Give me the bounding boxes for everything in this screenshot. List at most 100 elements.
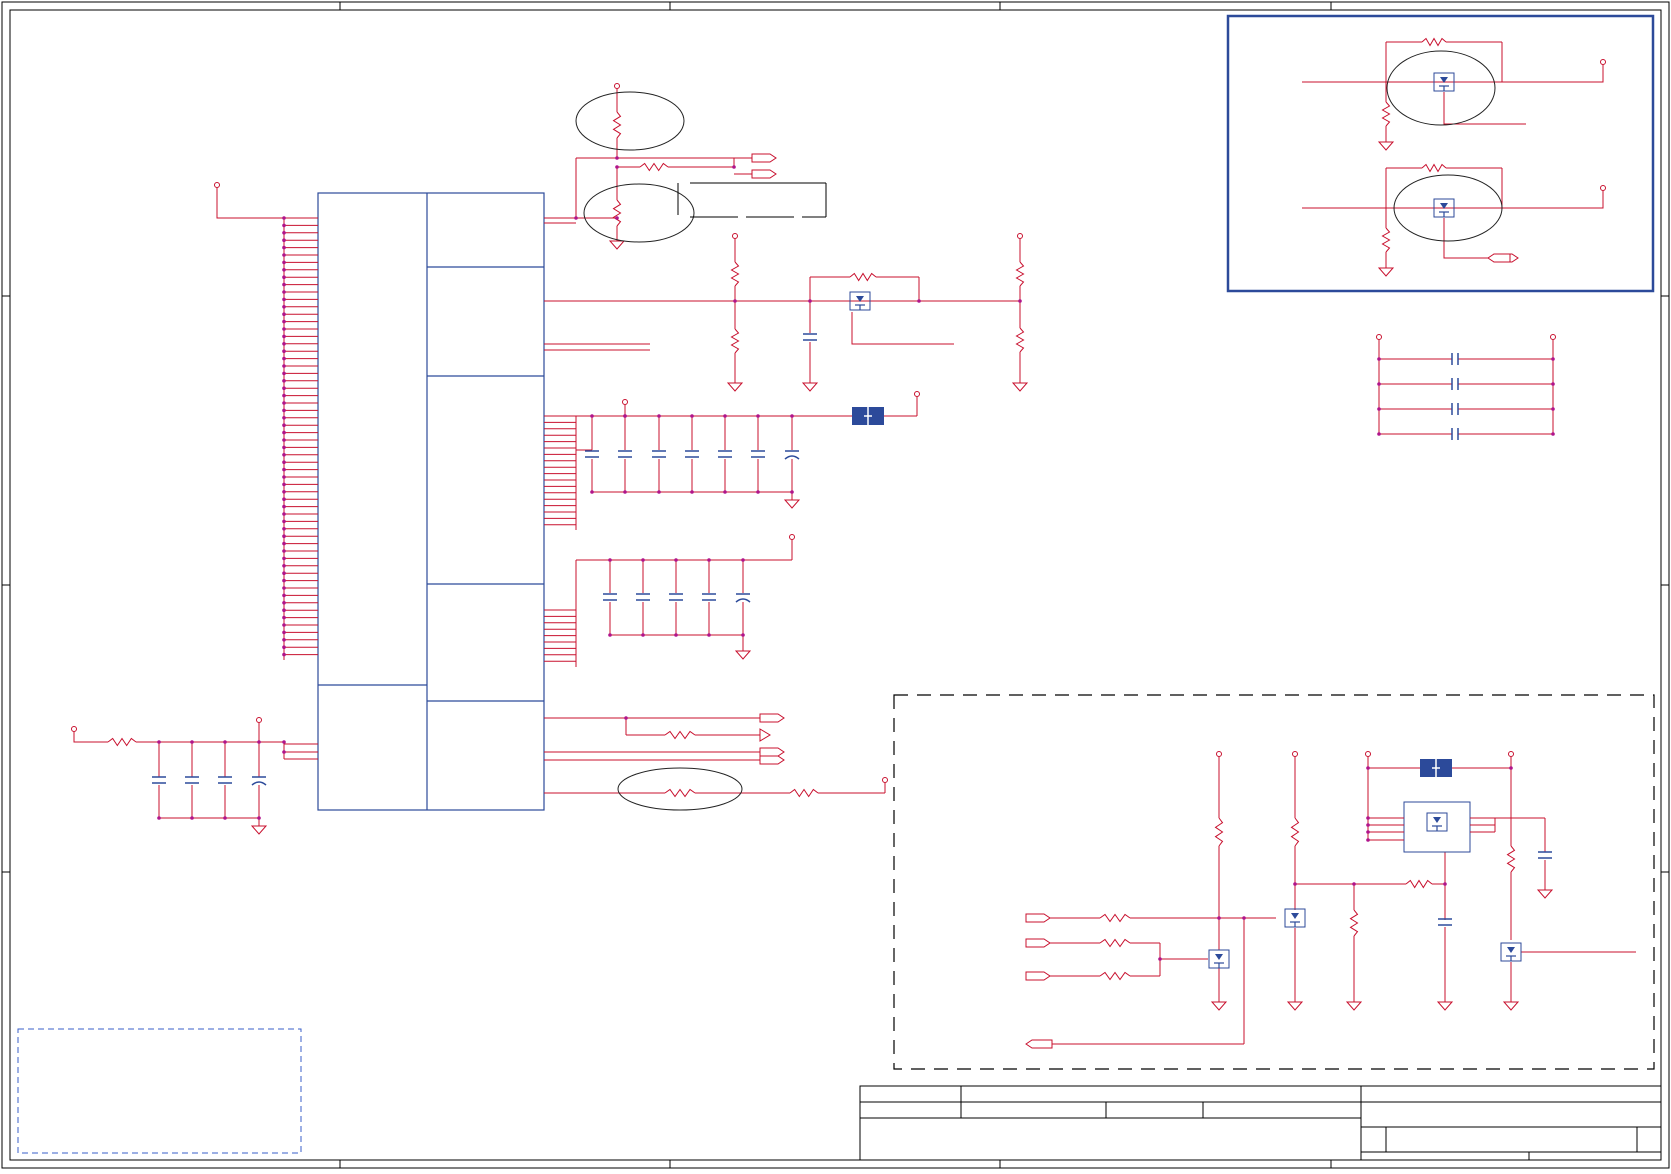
junction-dot — [282, 549, 286, 553]
junction-dot — [732, 165, 736, 169]
junction-dot — [1242, 916, 1246, 920]
junction-dot — [615, 165, 619, 169]
highlight-ellipses — [575, 50, 1503, 811]
junction-dot — [790, 490, 794, 494]
junction-dot — [282, 608, 286, 612]
junction-dot — [282, 482, 286, 487]
junction-dot — [608, 633, 612, 637]
power-port — [1600, 185, 1606, 191]
bracket-lines — [677, 182, 827, 218]
ground-symbol — [734, 650, 752, 660]
junction-dot — [282, 534, 286, 538]
junction-dot — [282, 408, 286, 413]
resistor — [664, 730, 696, 740]
ground-symbol — [1502, 1001, 1520, 1011]
mosfet — [1500, 942, 1522, 962]
junction-dot — [282, 327, 286, 331]
power-port — [1376, 334, 1382, 340]
junction-dot — [741, 558, 745, 562]
junction-dot — [741, 633, 745, 637]
ground-symbol — [801, 382, 819, 392]
capacitor — [669, 593, 683, 601]
capacitor — [585, 450, 599, 458]
junction-dot — [733, 299, 737, 303]
resistor — [612, 199, 622, 227]
junction-dot — [282, 282, 286, 287]
junction-dot — [690, 414, 694, 418]
main-ic-block — [317, 192, 545, 811]
junction-dot — [282, 527, 286, 531]
junction-dot — [282, 490, 286, 494]
junction-dot — [282, 652, 286, 657]
junction-dot — [282, 334, 286, 339]
capacitor — [218, 776, 232, 784]
power-port — [914, 391, 920, 397]
junction-dot — [282, 638, 286, 642]
junction-dot — [282, 364, 286, 368]
ground-symbol — [1286, 1001, 1304, 1011]
junction-dot — [282, 386, 286, 391]
resistor — [1381, 227, 1391, 253]
junction-dot — [282, 571, 286, 575]
junction-dot — [282, 305, 286, 309]
wire — [216, 188, 284, 219]
junction-dot — [282, 645, 286, 649]
junction-dot — [1366, 838, 1370, 842]
resistor — [664, 788, 696, 798]
resistor — [1015, 327, 1025, 353]
junction-dot — [624, 716, 628, 720]
junction-dot — [282, 460, 286, 465]
polarized-capacitor — [251, 776, 267, 786]
resistor — [849, 272, 877, 282]
junction-dot — [282, 275, 286, 280]
junction-dot — [1366, 816, 1370, 820]
junction-dot — [282, 260, 286, 265]
junction-dot — [282, 497, 286, 502]
mosfet — [1208, 949, 1230, 969]
resistor — [1381, 101, 1391, 127]
junction-dot — [707, 558, 711, 562]
top-right-region — [1226, 14, 1655, 293]
fuse-block — [1420, 759, 1452, 777]
title-block — [859, 1085, 1662, 1161]
power-port — [789, 534, 795, 540]
power-port — [214, 182, 220, 188]
mosfet — [1284, 908, 1306, 928]
ground-symbol — [1536, 889, 1554, 899]
capacitor — [618, 450, 632, 458]
resistor — [1099, 971, 1131, 981]
ground-symbol — [608, 240, 626, 250]
junction-dot — [282, 586, 286, 590]
junction-dot — [282, 231, 286, 235]
ground-symbol — [726, 382, 744, 392]
junction-dot — [282, 623, 286, 627]
ground-symbol — [1011, 382, 1029, 392]
resistor — [639, 162, 669, 172]
polarized-capacitor — [784, 450, 800, 460]
sheet-frame — [1, 1, 1670, 1169]
ground-symbol — [783, 499, 801, 509]
junction-dot — [282, 445, 286, 450]
junction-dot — [157, 816, 161, 820]
resistor — [1099, 913, 1131, 923]
power-port — [1216, 751, 1222, 757]
capacitor — [1451, 353, 1459, 365]
capacitor — [718, 450, 732, 458]
ground-symbol — [1377, 141, 1395, 151]
junction-dot — [641, 633, 645, 637]
junction-dot — [657, 490, 661, 494]
junction-dot — [707, 633, 711, 637]
highlight-ellipse — [1386, 50, 1496, 126]
junction-dot — [590, 490, 594, 494]
net-port — [1025, 1039, 1053, 1049]
junction-dot — [257, 816, 261, 820]
capacitor — [1451, 428, 1459, 440]
resistor — [1421, 163, 1447, 173]
junction-dot — [282, 216, 286, 220]
mosfet — [1426, 812, 1448, 832]
junction-dot — [257, 740, 261, 744]
junction-dot — [1551, 357, 1555, 361]
resistor — [1214, 817, 1224, 847]
junction-dot — [1352, 882, 1356, 886]
junction-dot — [615, 156, 619, 160]
